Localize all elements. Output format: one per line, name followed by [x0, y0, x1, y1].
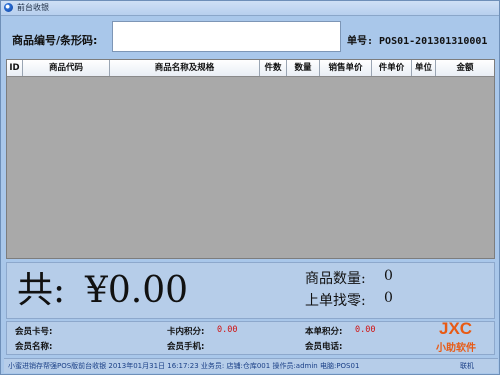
watermark-logo: JXC 小助软件	[409, 319, 497, 359]
total-amount: ¥0.00	[85, 270, 189, 311]
card-points-value: 0.00	[217, 325, 238, 335]
title-bar: 前台收银	[1, 1, 499, 16]
window-title: 前台收银	[17, 3, 49, 12]
online-status[interactable]: 联机	[460, 360, 474, 372]
column-header-id[interactable]: ID	[7, 60, 23, 76]
watermark-sub: 小助软件	[436, 343, 476, 354]
item-count-value: 0	[384, 268, 393, 284]
last-change-value: 0	[384, 290, 393, 306]
last-change-label: 上单找零:	[305, 293, 366, 309]
totals-panel: 共: ¥0.00 商品数量: 0 上单找零: 0	[6, 262, 495, 319]
total-prefix: 共:	[17, 270, 66, 311]
order-points-label: 本单积分:	[305, 327, 343, 337]
order-number: 单号: POS01-201301310001	[347, 36, 488, 47]
pos-window: 前台收银 商品编号/条形码: 单号: POS01-201301310001 ID…	[0, 0, 500, 375]
column-header-unit[interactable]: 单位	[412, 60, 436, 76]
column-header-pieces[interactable]: 件数	[260, 60, 287, 76]
search-bar: 商品编号/条形码: 单号: POS01-201301310001	[4, 16, 497, 58]
column-header-name[interactable]: 商品名称及规格	[110, 60, 260, 76]
column-header-code[interactable]: 商品代码	[23, 60, 110, 76]
order-points-value: 0.00	[355, 325, 376, 335]
barcode-input[interactable]	[112, 21, 341, 52]
column-header-sale-price[interactable]: 销售单价	[320, 60, 372, 76]
column-header-quantity[interactable]: 数量	[287, 60, 320, 76]
member-name-label: 会员名称:	[15, 342, 53, 352]
barcode-label: 商品编号/条形码:	[12, 34, 98, 47]
item-count-label: 商品数量:	[305, 271, 366, 287]
watermark-brand: JXC	[439, 319, 473, 338]
status-bar: 小蜜进销存帮强POS版前台收银 2013年01月31日 16:17:23 业务员…	[4, 358, 498, 373]
app-icon	[4, 3, 13, 12]
member-phone-label: 会员电话:	[305, 342, 343, 352]
member-mobile-label: 会员手机:	[167, 342, 205, 352]
column-header-amount[interactable]: 金额	[436, 60, 494, 76]
column-header-piece-price[interactable]: 件单价	[372, 60, 412, 76]
status-text: 小蜜进销存帮强POS版前台收银 2013年01月31日 16:17:23 业务员…	[8, 362, 360, 370]
card-points-label: 卡内积分:	[167, 327, 205, 337]
items-table[interactable]: ID 商品代码 商品名称及规格 件数 数量 销售单价 件单价 单位 金额	[6, 59, 495, 259]
table-header: ID 商品代码 商品名称及规格 件数 数量 销售单价 件单价 单位 金额	[7, 60, 494, 77]
member-card-label: 会员卡号:	[15, 327, 53, 337]
